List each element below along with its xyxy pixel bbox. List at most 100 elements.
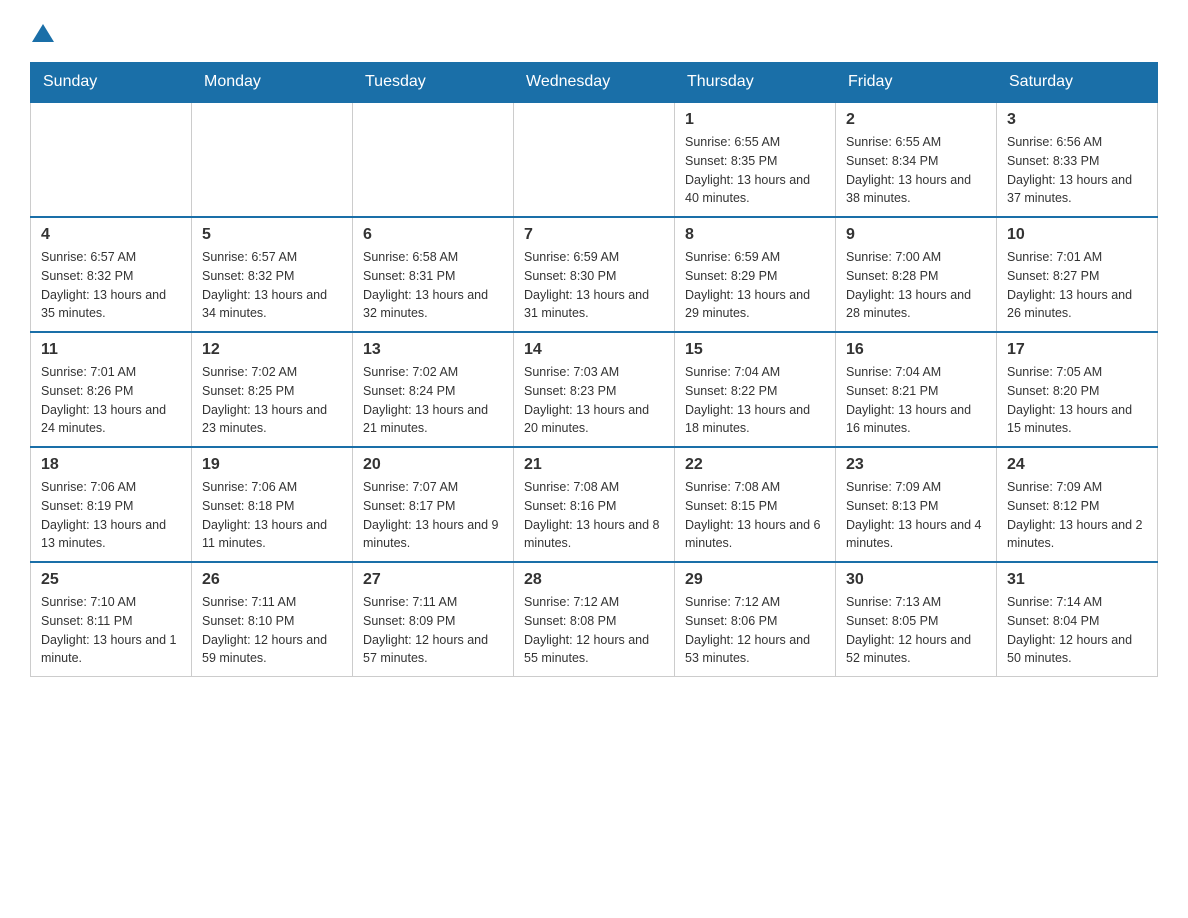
day-info: Sunrise: 7:05 AM Sunset: 8:20 PM Dayligh…	[1007, 363, 1147, 438]
day-number: 16	[846, 341, 986, 359]
day-number: 7	[524, 226, 664, 244]
day-number: 18	[41, 456, 181, 474]
day-info: Sunrise: 6:56 AM Sunset: 8:33 PM Dayligh…	[1007, 133, 1147, 208]
calendar-week-row: 18Sunrise: 7:06 AM Sunset: 8:19 PM Dayli…	[31, 447, 1158, 562]
calendar-week-row: 11 Sunrise: 7:01 AM Sunset: 8:26 PM Dayli…	[31, 332, 1158, 447]
day-of-week-header: Friday	[836, 63, 997, 103]
day-number: 14	[524, 341, 664, 359]
day-of-week-header: Thursday	[675, 63, 836, 103]
calendar-day-cell: 7 Sunrise: 6:59 AM Sunset: 8:30 PM Daylig…	[514, 217, 675, 332]
day-number: 15	[685, 341, 825, 359]
day-info: Sunrise: 6:57 AM Sunset: 8:32 PM Dayligh…	[41, 248, 181, 323]
calendar-day-cell: 26Sunrise: 7:11 AM Sunset: 8:10 PM Dayli…	[192, 562, 353, 677]
day-info: Sunrise: 7:11 AM Sunset: 8:09 PM Dayligh…	[363, 593, 503, 668]
calendar-day-cell: 23 Sunrise: 7:09 AM Sunset: 8:13 PM Dayli…	[836, 447, 997, 562]
day-info: Sunrise: 6:55 AM Sunset: 8:34 PM Dayligh…	[846, 133, 986, 208]
calendar-day-cell: 24 Sunrise: 7:09 AM Sunset: 8:12 PM Dayli…	[997, 447, 1158, 562]
day-info: Sunrise: 7:09 AM Sunset: 8:12 PM Dayligh…	[1007, 478, 1147, 553]
calendar-table: SundayMondayTuesdayWednesdayThursdayFrid…	[30, 62, 1158, 677]
day-number: 27	[363, 571, 503, 589]
day-info: Sunrise: 6:58 AM Sunset: 8:31 PM Dayligh…	[363, 248, 503, 323]
calendar-day-cell: 3Sunrise: 6:56 AM Sunset: 8:33 PM Daylig…	[997, 102, 1158, 217]
calendar-day-cell: 2 Sunrise: 6:55 AM Sunset: 8:34 PM Daylig…	[836, 102, 997, 217]
calendar-day-cell: 9 Sunrise: 7:00 AM Sunset: 8:28 PM Daylig…	[836, 217, 997, 332]
day-info: Sunrise: 7:12 AM Sunset: 8:06 PM Dayligh…	[685, 593, 825, 668]
day-number: 6	[363, 226, 503, 244]
day-of-week-header: Saturday	[997, 63, 1158, 103]
day-number: 12	[202, 341, 342, 359]
calendar-day-cell: 19 Sunrise: 7:06 AM Sunset: 8:18 PM Dayli…	[192, 447, 353, 562]
calendar-week-row: 4 Sunrise: 6:57 AM Sunset: 8:32 PM Daylig…	[31, 217, 1158, 332]
calendar-day-cell	[192, 102, 353, 217]
day-number: 10	[1007, 226, 1147, 244]
day-of-week-header: Monday	[192, 63, 353, 103]
day-info: Sunrise: 7:08 AM Sunset: 8:16 PM Dayligh…	[524, 478, 664, 553]
calendar-day-cell: 21 Sunrise: 7:08 AM Sunset: 8:16 PM Dayli…	[514, 447, 675, 562]
calendar-day-cell: 22 Sunrise: 7:08 AM Sunset: 8:15 PM Dayli…	[675, 447, 836, 562]
day-number: 1	[685, 111, 825, 129]
calendar-day-cell: 5Sunrise: 6:57 AM Sunset: 8:32 PM Daylig…	[192, 217, 353, 332]
day-number: 23	[846, 456, 986, 474]
day-number: 31	[1007, 571, 1147, 589]
day-number: 13	[363, 341, 503, 359]
day-info: Sunrise: 7:13 AM Sunset: 8:05 PM Dayligh…	[846, 593, 986, 668]
calendar-day-cell: 8Sunrise: 6:59 AM Sunset: 8:29 PM Daylig…	[675, 217, 836, 332]
day-info: Sunrise: 7:12 AM Sunset: 8:08 PM Dayligh…	[524, 593, 664, 668]
day-info: Sunrise: 7:06 AM Sunset: 8:18 PM Dayligh…	[202, 478, 342, 553]
calendar-day-cell: 4 Sunrise: 6:57 AM Sunset: 8:32 PM Daylig…	[31, 217, 192, 332]
day-number: 21	[524, 456, 664, 474]
day-number: 29	[685, 571, 825, 589]
day-number: 26	[202, 571, 342, 589]
day-number: 19	[202, 456, 342, 474]
calendar-day-cell: 25 Sunrise: 7:10 AM Sunset: 8:11 PM Dayli…	[31, 562, 192, 677]
day-of-week-header: Sunday	[31, 63, 192, 103]
day-number: 17	[1007, 341, 1147, 359]
calendar-day-cell	[353, 102, 514, 217]
calendar-day-cell: 27 Sunrise: 7:11 AM Sunset: 8:09 PM Dayli…	[353, 562, 514, 677]
calendar-day-cell: 14 Sunrise: 7:03 AM Sunset: 8:23 PM Dayli…	[514, 332, 675, 447]
day-info: Sunrise: 7:08 AM Sunset: 8:15 PM Dayligh…	[685, 478, 825, 553]
day-number: 30	[846, 571, 986, 589]
day-of-week-header: Tuesday	[353, 63, 514, 103]
day-info: Sunrise: 7:09 AM Sunset: 8:13 PM Dayligh…	[846, 478, 986, 553]
day-info: Sunrise: 7:03 AM Sunset: 8:23 PM Dayligh…	[524, 363, 664, 438]
day-number: 2	[846, 111, 986, 129]
day-info: Sunrise: 7:02 AM Sunset: 8:25 PM Dayligh…	[202, 363, 342, 438]
day-number: 4	[41, 226, 181, 244]
day-number: 11	[41, 341, 181, 359]
calendar-day-cell: 30 Sunrise: 7:13 AM Sunset: 8:05 PM Dayli…	[836, 562, 997, 677]
day-number: 25	[41, 571, 181, 589]
calendar-day-cell: 15 Sunrise: 7:04 AM Sunset: 8:22 PM Dayli…	[675, 332, 836, 447]
calendar-day-cell: 29 Sunrise: 7:12 AM Sunset: 8:06 PM Dayli…	[675, 562, 836, 677]
day-number: 5	[202, 226, 342, 244]
calendar-day-cell: 11 Sunrise: 7:01 AM Sunset: 8:26 PM Dayli…	[31, 332, 192, 447]
day-info: Sunrise: 7:01 AM Sunset: 8:26 PM Dayligh…	[41, 363, 181, 438]
calendar-day-cell: 16 Sunrise: 7:04 AM Sunset: 8:21 PM Dayli…	[836, 332, 997, 447]
page-header	[30, 20, 1158, 42]
day-info: Sunrise: 7:14 AM Sunset: 8:04 PM Dayligh…	[1007, 593, 1147, 668]
day-info: Sunrise: 7:04 AM Sunset: 8:22 PM Dayligh…	[685, 363, 825, 438]
day-number: 22	[685, 456, 825, 474]
calendar-day-cell: 13 Sunrise: 7:02 AM Sunset: 8:24 PM Dayli…	[353, 332, 514, 447]
day-info: Sunrise: 7:10 AM Sunset: 8:11 PM Dayligh…	[41, 593, 181, 668]
calendar-day-cell: 10Sunrise: 7:01 AM Sunset: 8:27 PM Dayli…	[997, 217, 1158, 332]
day-info: Sunrise: 7:00 AM Sunset: 8:28 PM Dayligh…	[846, 248, 986, 323]
calendar-day-cell: 20Sunrise: 7:07 AM Sunset: 8:17 PM Dayli…	[353, 447, 514, 562]
calendar-header-row: SundayMondayTuesdayWednesdayThursdayFrid…	[31, 63, 1158, 103]
calendar-day-cell: 12 Sunrise: 7:02 AM Sunset: 8:25 PM Dayli…	[192, 332, 353, 447]
day-of-week-header: Wednesday	[514, 63, 675, 103]
day-number: 24	[1007, 456, 1147, 474]
day-info: Sunrise: 7:07 AM Sunset: 8:17 PM Dayligh…	[363, 478, 503, 553]
day-info: Sunrise: 7:04 AM Sunset: 8:21 PM Dayligh…	[846, 363, 986, 438]
logo-triangle-icon	[32, 22, 54, 44]
day-number: 28	[524, 571, 664, 589]
calendar-day-cell: 1Sunrise: 6:55 AM Sunset: 8:35 PM Daylig…	[675, 102, 836, 217]
calendar-day-cell: 18Sunrise: 7:06 AM Sunset: 8:19 PM Dayli…	[31, 447, 192, 562]
day-number: 9	[846, 226, 986, 244]
calendar-day-cell: 6 Sunrise: 6:58 AM Sunset: 8:31 PM Daylig…	[353, 217, 514, 332]
calendar-day-cell	[31, 102, 192, 217]
day-info: Sunrise: 7:02 AM Sunset: 8:24 PM Dayligh…	[363, 363, 503, 438]
calendar-day-cell	[514, 102, 675, 217]
day-info: Sunrise: 6:59 AM Sunset: 8:30 PM Dayligh…	[524, 248, 664, 323]
day-number: 8	[685, 226, 825, 244]
